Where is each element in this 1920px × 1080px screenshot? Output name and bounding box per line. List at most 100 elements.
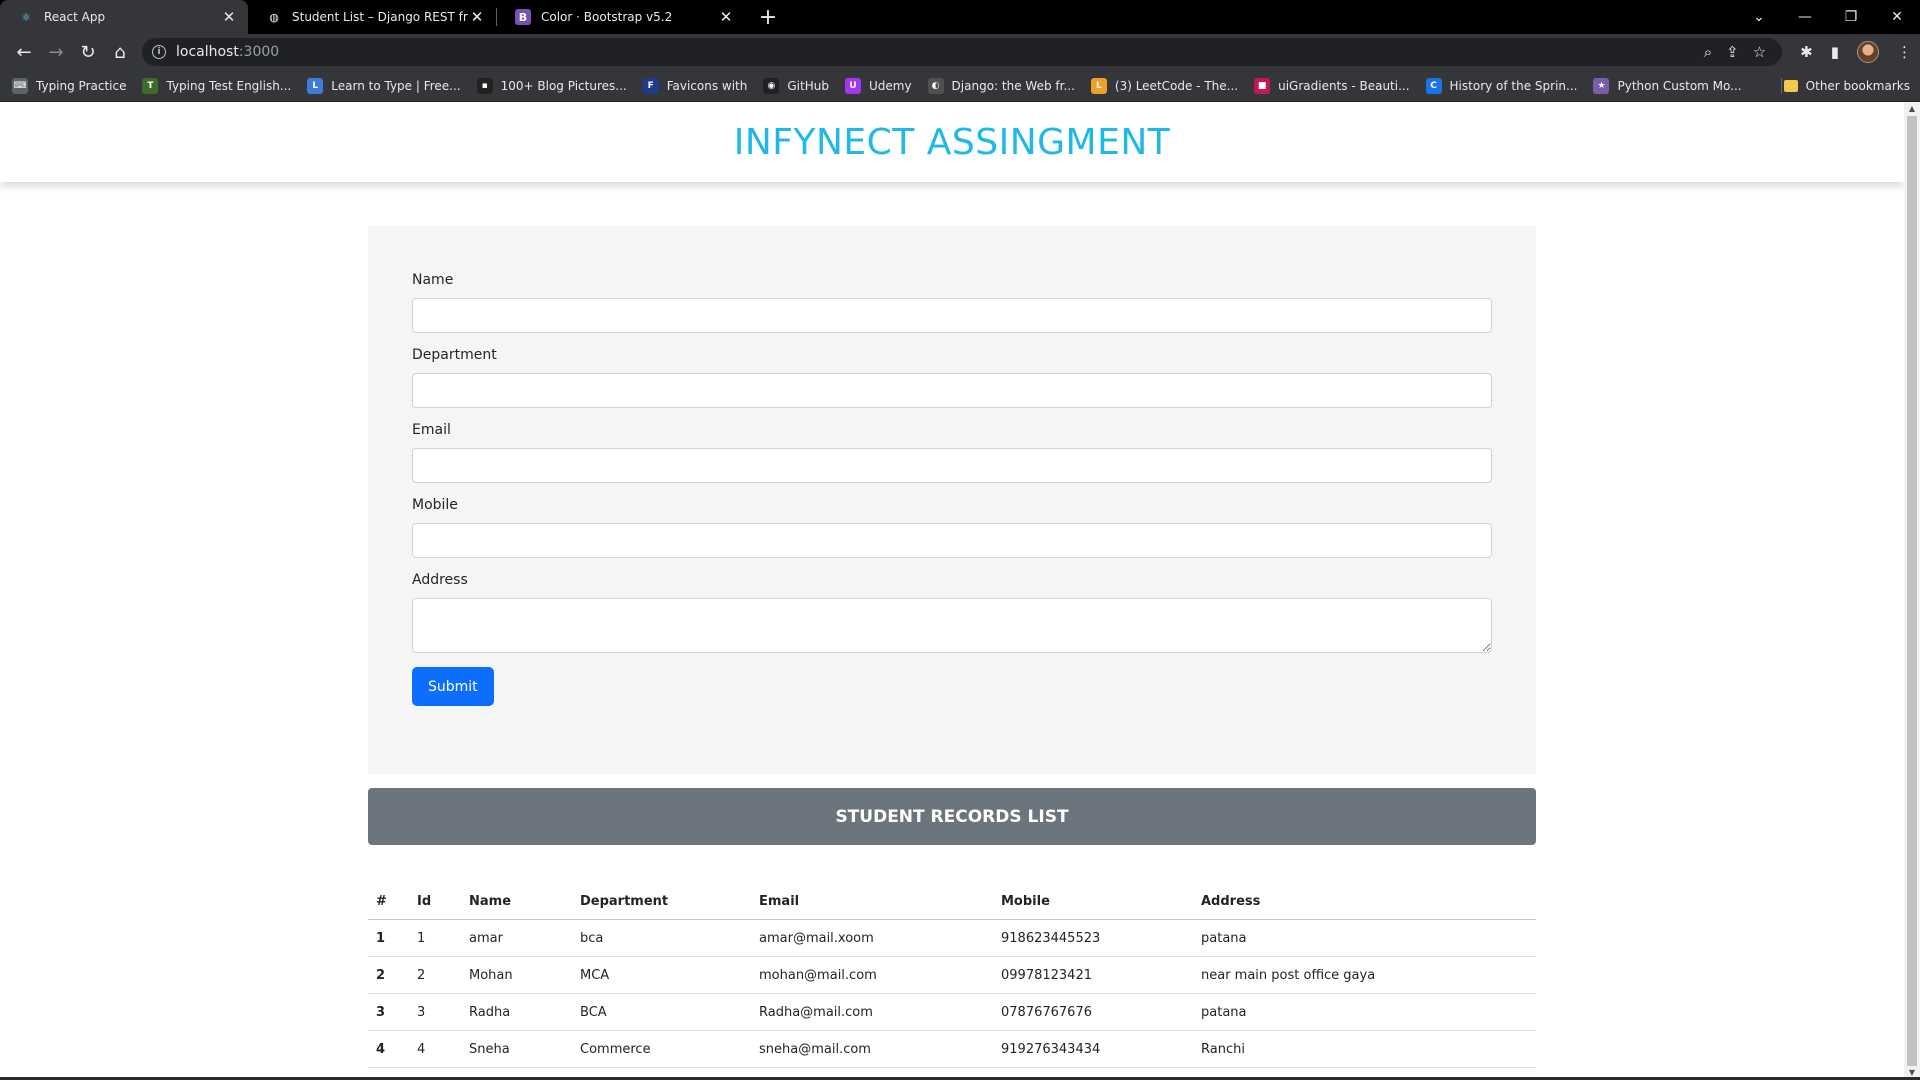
row-name: Mohan [461, 956, 572, 994]
submit-button[interactable]: Submit [412, 667, 494, 706]
globe-icon: ◍ [269, 10, 279, 24]
bookmark-favicon-icon: T [142, 77, 159, 94]
table-header-row: # Id Name Department Email Mobile Addres… [368, 884, 1536, 920]
address-label: Address [412, 572, 468, 588]
new-tab-button[interactable]: + [751, 0, 785, 34]
profile-avatar[interactable] [1857, 41, 1879, 63]
scrollbar-thumb[interactable] [1907, 116, 1917, 1066]
menu-icon[interactable]: ⋮ [1897, 43, 1912, 61]
side-panel-icon[interactable]: ▮ [1831, 43, 1839, 61]
extensions-icon[interactable]: ✱ [1800, 43, 1813, 61]
tab-bootstrap-color[interactable]: B Color · Bootstrap v5.2 ✕ [497, 0, 745, 34]
row-address: patana [1193, 919, 1536, 957]
col-name-header: Name [461, 884, 572, 920]
window-close-icon[interactable]: ✕ [1874, 9, 1920, 25]
bookmark-label: GitHub [787, 78, 829, 93]
table-row: 1 1 amar bca amar@mail.xoom 918623445523… [368, 919, 1536, 957]
bookmark-star-icon[interactable]: ☆ [1753, 43, 1766, 61]
bookmark-item[interactable]: ■ uiGradients - Beauti... [1254, 77, 1410, 94]
close-icon[interactable]: ✕ [220, 8, 238, 26]
bookmark-label: History of the Sprin... [1449, 78, 1578, 93]
forward-icon[interactable]: → [40, 36, 72, 68]
other-bookmarks-label: Other bookmarks [1805, 79, 1910, 93]
bookmark-item[interactable]: ◐ Django: the Web fr... [927, 77, 1075, 94]
bookmark-item[interactable]: T Typing Test English... [142, 77, 291, 94]
row-mobile: 07876767676 [993, 993, 1193, 1031]
student-records-table: # Id Name Department Email Mobile Addres… [368, 884, 1536, 1068]
bookmark-item[interactable]: U Udemy [844, 77, 912, 94]
department-label: Department [412, 347, 497, 363]
minimize-icon[interactable]: — [1782, 9, 1828, 25]
site-info-icon[interactable]: i [152, 45, 166, 59]
page-title: INFYNECT ASSINGMENT [733, 121, 1171, 163]
bookmark-item[interactable]: ★ Python Custom Mo... [1593, 77, 1742, 94]
tab-title: React App [44, 10, 106, 24]
tab-react-app[interactable]: ⚛ React App ✕ [0, 0, 248, 34]
table-row: 2 2 Mohan MCA mohan@mail.com 09978123421… [368, 956, 1536, 994]
bookmark-favicon-icon: L [307, 77, 324, 94]
tab-title: Student List – Django REST frame [292, 10, 468, 24]
bookmark-favicon-icon: ◉ [763, 77, 780, 94]
bookmark-favicon-icon: ▪ [476, 77, 493, 94]
bookmark-label: Django: the Web fr... [951, 78, 1075, 93]
row-id: 4 [409, 1030, 461, 1068]
home-icon[interactable]: ⌂ [104, 36, 136, 68]
email-label: Email [412, 422, 451, 438]
browser-toolbar: ← → ↻ ⌂ i localhost:3000 ⌕ ⇪ ☆ ✱ ▮ ⋮ [0, 34, 1920, 70]
bookmark-favicon-icon: C [1425, 77, 1442, 94]
table-row: 3 3 Radha BCA Radha@mail.com 07876767676… [368, 993, 1536, 1031]
bookmark-favicon-icon: ★ [1593, 77, 1610, 94]
bookmark-item[interactable]: ⌨ Typing Practice [12, 77, 127, 94]
bookmark-favicon-icon: ◐ [927, 77, 944, 94]
tab-student-list[interactable]: ◍ Student List – Django REST frame ✕ [248, 0, 496, 34]
address-textarea[interactable] [412, 598, 1492, 653]
close-icon[interactable]: ✕ [717, 8, 735, 26]
bookmark-item[interactable]: L Learn to Type | Free... [307, 77, 461, 94]
reload-icon[interactable]: ↻ [72, 36, 104, 68]
row-name: Sneha [461, 1030, 572, 1068]
email-input[interactable] [412, 448, 1492, 483]
tab-search-icon[interactable]: ⌄ [1736, 9, 1782, 25]
col-index-header: # [368, 884, 409, 920]
mobile-group: Mobile [412, 497, 1492, 558]
restore-icon[interactable]: ❐ [1828, 9, 1874, 25]
bookmark-label: 100+ Blog Pictures... [500, 78, 627, 93]
row-address: near main post office gaya [1193, 956, 1536, 994]
row-department: MCA [572, 956, 751, 994]
name-input[interactable] [412, 298, 1492, 333]
scroll-up-arrow-icon[interactable]: ▲ [1904, 102, 1920, 116]
browser-tab-strip: ⚛ React App ✕ ◍ Student List – Django RE… [0, 0, 1920, 34]
row-id: 2 [409, 956, 461, 994]
bookmark-item[interactable]: ▪ 100+ Blog Pictures... [476, 77, 627, 94]
bootstrap-icon: B [515, 9, 531, 25]
records-list-banner: STUDENT RECORDS LIST [368, 788, 1536, 845]
app-header: INFYNECT ASSINGMENT [0, 102, 1904, 182]
bookmark-label: Udemy [868, 78, 912, 93]
close-icon[interactable]: ✕ [468, 8, 486, 26]
mobile-input[interactable] [412, 523, 1492, 558]
bookmark-label: Learn to Type | Free... [331, 78, 461, 93]
row-email: Radha@mail.com [751, 993, 993, 1031]
department-input[interactable] [412, 373, 1492, 408]
col-email-header: Email [751, 884, 993, 920]
address-bar[interactable]: i localhost:3000 ⌕ ⇪ ☆ [142, 38, 1783, 66]
row-mobile: 918623445523 [993, 919, 1193, 957]
row-email: sneha@mail.com [751, 1030, 993, 1068]
bookmark-item[interactable]: C History of the Sprin... [1425, 77, 1578, 94]
tab-title: Color · Bootstrap v5.2 [541, 10, 673, 24]
bookmark-label: Typing Practice [36, 78, 127, 93]
row-id: 1 [409, 919, 461, 957]
back-icon[interactable]: ← [8, 36, 40, 68]
row-index: 2 [368, 956, 409, 994]
bookmark-item[interactable]: ◉ GitHub [763, 77, 829, 94]
bookmark-item[interactable]: L (3) LeetCode - The... [1090, 77, 1238, 94]
email-group: Email [412, 422, 1492, 483]
records-list-title: STUDENT RECORDS LIST [835, 806, 1069, 827]
page-scrollbar[interactable]: ▲ ▼ [1904, 102, 1920, 1080]
share-icon[interactable]: ⇪ [1726, 43, 1739, 61]
bookmark-item[interactable]: F Favicons with [642, 77, 747, 94]
row-id: 3 [409, 993, 461, 1031]
zoom-icon[interactable]: ⌕ [1704, 43, 1712, 61]
other-bookmarks[interactable]: Other bookmarks [1783, 70, 1910, 102]
window-controls: ⌄ — ❐ ✕ [1736, 0, 1920, 34]
